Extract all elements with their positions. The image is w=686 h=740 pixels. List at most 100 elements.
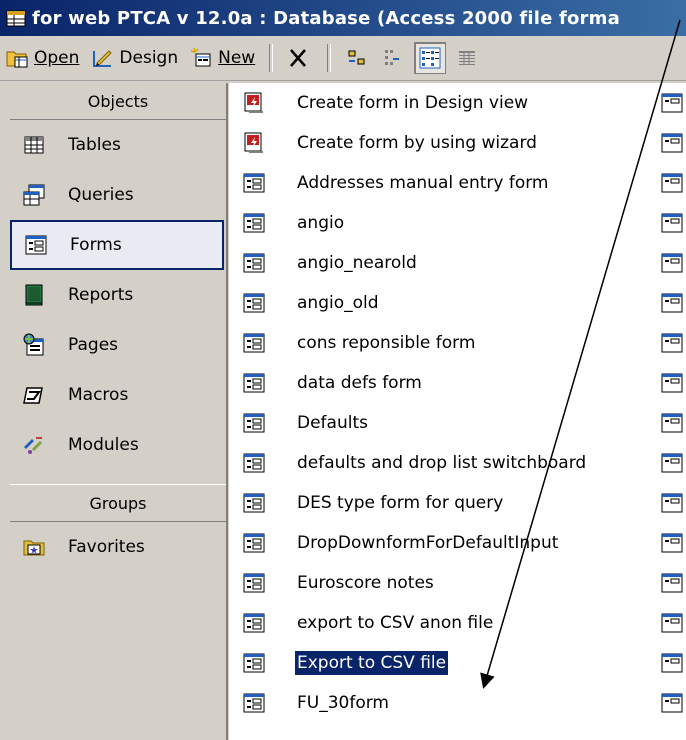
list-item[interactable]: DropDownformForDefaultInput: [229, 523, 686, 563]
form-icon: [243, 373, 265, 393]
form-icon: [661, 413, 683, 433]
list-item[interactable]: Defaults: [229, 403, 686, 443]
list-item-label: defaults and drop list switchboard: [297, 453, 587, 473]
small-icons-button[interactable]: [378, 43, 408, 73]
list-item-label: angio: [297, 213, 345, 233]
nav-item-label: Macros: [68, 385, 129, 405]
delete-icon: [290, 49, 307, 67]
list-item[interactable]: FU_30form: [229, 683, 686, 723]
list-view-button[interactable]: [414, 42, 447, 74]
delete-button[interactable]: [281, 41, 319, 75]
open-button[interactable]: Open: [0, 41, 85, 75]
design-label: Design: [119, 48, 179, 68]
form-icon: [661, 533, 683, 553]
new-button[interactable]: New: [184, 41, 261, 75]
list-item-label: Create form by using wizard: [297, 133, 537, 153]
table-icon: [24, 136, 44, 154]
nav-item-favorites[interactable]: Favorites: [10, 522, 226, 572]
new-icon: [190, 47, 211, 67]
list-view-icon: [419, 47, 441, 69]
list-item[interactable]: cons reponsible form: [229, 323, 686, 363]
list-item-label: angio_old: [297, 293, 379, 313]
form-icon: [25, 235, 47, 255]
macro-icon: [23, 387, 43, 404]
form-icon: [661, 93, 683, 113]
list-item[interactable]: angio_old: [229, 283, 686, 323]
list-item[interactable]: angio_nearold: [229, 243, 686, 283]
list-item-label: Export to CSV file: [293, 650, 450, 676]
nav-item-label: Tables: [68, 135, 121, 155]
form-icon: [243, 533, 265, 553]
form-icon: [243, 493, 265, 513]
wizard-icon: [244, 92, 263, 113]
nav-item-label: Forms: [70, 235, 122, 255]
nav-item-label: Pages: [68, 335, 119, 355]
window-title: for web PTCA v 12.0a : Database (Access …: [32, 7, 620, 29]
list-item-label: cons reponsible form: [297, 333, 476, 353]
form-icon: [661, 213, 683, 233]
groups-header[interactable]: Groups: [10, 484, 226, 522]
nav-item-pages[interactable]: Pages: [10, 320, 226, 370]
toolbar-separator: [327, 44, 332, 72]
nav-item-forms[interactable]: Forms: [10, 220, 224, 270]
form-icon: [243, 253, 265, 273]
form-icon: [661, 493, 683, 513]
form-icon: [661, 333, 683, 353]
nav-item-tables[interactable]: Tables: [10, 120, 226, 170]
large-icons-button[interactable]: [342, 43, 372, 73]
objects-bar: Objects Tables Queries Forms Reports Pag…: [10, 83, 228, 740]
query-icon: [23, 184, 45, 206]
nav-item-label: Favorites: [68, 537, 145, 557]
module-icon: [24, 437, 42, 454]
groups-section: Groups Favorites: [10, 484, 226, 572]
nav-item-macros[interactable]: Macros: [10, 370, 226, 420]
database-icon: [6, 10, 26, 27]
objects-header[interactable]: Objects: [10, 83, 226, 120]
list-item[interactable]: Addresses manual entry form: [229, 163, 686, 203]
list-item-label: DropDownformForDefaultInput: [297, 533, 559, 553]
nav-item-queries[interactable]: Queries: [10, 170, 226, 220]
report-icon: [25, 284, 43, 306]
large-icons-icon: [348, 50, 365, 65]
form-icon: [243, 613, 265, 633]
create-form-shortcut[interactable]: Create form in Design view: [229, 83, 686, 123]
nav-item-modules[interactable]: Modules: [10, 420, 226, 470]
list-item-label: Euroscore notes: [297, 573, 434, 593]
list-item[interactable]: Euroscore notes: [229, 563, 686, 603]
new-label: New: [218, 48, 256, 68]
list-item[interactable]: data defs form: [229, 363, 686, 403]
wizard-icon: [244, 132, 263, 153]
open-label: Open: [34, 48, 80, 68]
list-item-label: data defs form: [297, 373, 422, 393]
toolbar-separator: [269, 44, 274, 72]
list-item-label: Create form in Design view: [297, 93, 529, 113]
title-bar: for web PTCA v 12.0a : Database (Access …: [0, 0, 686, 36]
list-item[interactable]: angio: [229, 203, 686, 243]
form-icon: [661, 613, 683, 633]
form-icon: [243, 413, 265, 433]
nav-item-label: Modules: [68, 435, 139, 455]
form-icon: [661, 573, 683, 593]
list-item[interactable]: export to CSV anon file: [229, 603, 686, 643]
list-item[interactable]: Export to CSV file: [229, 643, 686, 683]
list-item-label: angio_nearold: [297, 253, 417, 273]
open-icon: [6, 51, 28, 68]
list-item-label: export to CSV anon file: [297, 613, 494, 633]
design-icon: [93, 50, 113, 67]
form-icon: [243, 653, 265, 673]
details-view-icon: [459, 51, 476, 65]
favorites-icon: [23, 540, 45, 556]
details-view-button[interactable]: [452, 43, 482, 73]
form-icon: [661, 133, 683, 153]
design-button[interactable]: Design: [85, 41, 184, 75]
form-icon: [243, 213, 265, 233]
form-icon: [661, 253, 683, 273]
toolbar: Open Design New: [0, 36, 686, 81]
create-form-shortcut[interactable]: Create form by using wizard: [229, 123, 686, 163]
nav-item-reports[interactable]: Reports: [10, 270, 226, 320]
forms-list: Create form in Design view Create form by…: [229, 83, 686, 740]
nav-item-label: Reports: [68, 285, 134, 305]
form-icon: [243, 573, 265, 593]
list-item[interactable]: defaults and drop list switchboard: [229, 443, 686, 483]
list-item[interactable]: DES type form for query: [229, 483, 686, 523]
